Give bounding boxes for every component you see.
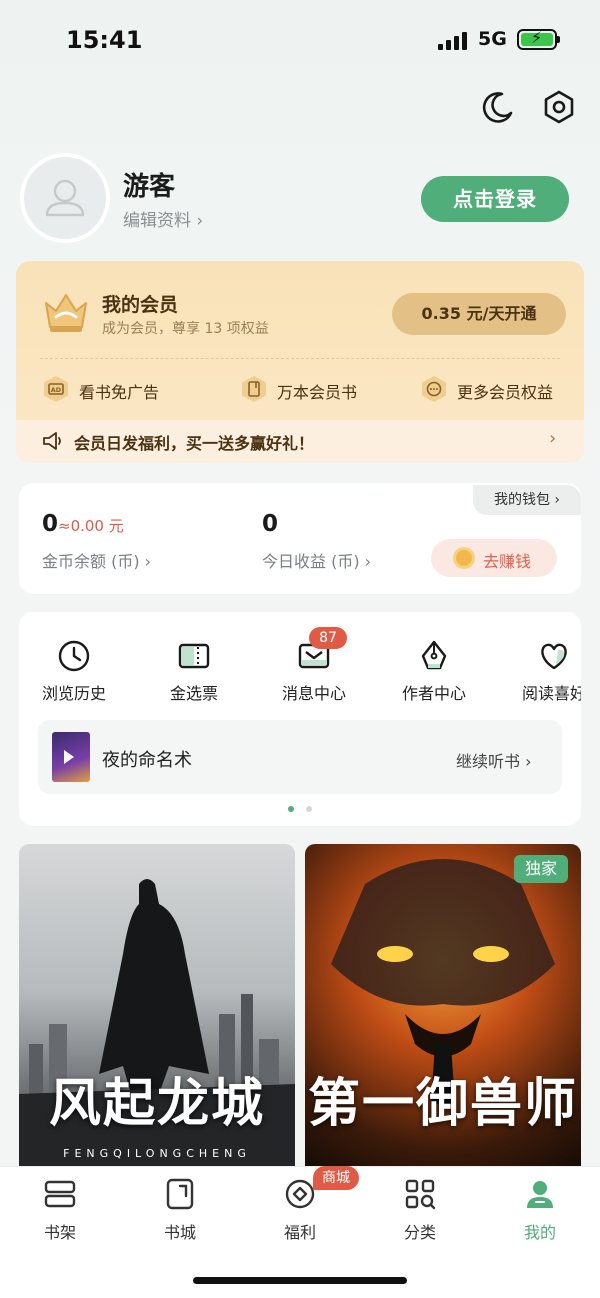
book-cover[interactable]: 第一御兽师 [305, 844, 581, 1174]
perk-label: 更多会员权益 [457, 383, 554, 402]
earn-money-label: 去赚钱 [483, 552, 532, 571]
tab-bookshelf[interactable]: 书架 [15, 1178, 105, 1248]
coin-balance: 0 [42, 511, 59, 537]
night-mode-icon[interactable] [478, 88, 516, 126]
tab-category[interactable]: 分类 [375, 1178, 465, 1248]
settings-icon[interactable] [540, 88, 578, 126]
category-icon [404, 1178, 436, 1210]
earn-money-button[interactable]: 去赚钱 [431, 539, 557, 577]
status-bar: 15:41 5G ⚡ [0, 24, 600, 58]
mall-badge: 商城 [313, 1166, 359, 1190]
tab-label: 书城 [163, 1223, 196, 1242]
megaphone-icon [42, 431, 64, 451]
tab-mine[interactable]: 我的 [495, 1178, 585, 1248]
my-wallet-link[interactable]: 我的钱包 › [473, 485, 581, 515]
carousel-dot [306, 806, 312, 812]
audiobook-title: 夜的命名术 [102, 750, 192, 771]
ad-free-icon: AD [43, 375, 69, 403]
exclusive-badge: 独家 [514, 855, 568, 883]
network-type: 5G [478, 28, 507, 50]
tool-history[interactable]: 浏览历史 [19, 638, 129, 708]
bookstore-icon [164, 1178, 196, 1210]
tool-author-center[interactable]: 作者中心 [379, 638, 489, 708]
bookshelf-icon [44, 1178, 76, 1210]
today-earnings-label[interactable]: 今日收益 (币) › [262, 548, 371, 572]
edit-profile-link[interactable]: 编辑资料 › [123, 206, 203, 231]
message-count-badge: 87 [309, 627, 347, 649]
tool-label: 金选票 [169, 684, 218, 703]
tool-label: 消息中心 [281, 684, 346, 703]
membership-subtitle: 成为会员，尊享 13 项权益 [102, 321, 269, 337]
login-button[interactable]: 点击登录 [421, 176, 569, 222]
clock-icon [56, 638, 92, 674]
heart-icon [536, 638, 572, 674]
ticket-icon [176, 638, 212, 674]
tool-label: 作者中心 [401, 684, 466, 703]
today-earnings: 0 [262, 511, 279, 537]
avatar[interactable] [20, 153, 110, 243]
welfare-icon [284, 1178, 316, 1210]
book-cover[interactable]: 风起龙城 FENGQILONGCHENG [19, 844, 295, 1174]
tool-reading-preferences[interactable]: 阅读喜好 [499, 638, 581, 708]
tool-label: 浏览历史 [41, 684, 106, 703]
tab-label: 书架 [43, 1223, 76, 1242]
membership-divider [40, 358, 560, 359]
coin-rmb-value: ≈0.00 元 [58, 517, 124, 535]
tab-label: 分类 [403, 1223, 436, 1242]
coin-balance-label[interactable]: 金币余额 (币) › [42, 548, 151, 572]
pen-icon [416, 638, 452, 674]
coin-icon [453, 547, 475, 569]
tab-label-active: 我的 [523, 1223, 556, 1242]
chevron-right-icon: › [549, 428, 557, 449]
crown-icon [40, 289, 92, 335]
more-icon [421, 375, 447, 403]
carousel-dot-active [288, 806, 294, 812]
book-icon [241, 375, 267, 403]
perk-label: 看书免广告 [79, 383, 160, 402]
book-title: 风起龙城 [48, 1073, 265, 1134]
continue-listening-button[interactable]: 继续听书 › [456, 748, 532, 772]
membership-promo-text: 会员日发福利，买一送多赢好礼！ [74, 434, 315, 453]
battery-icon: ⚡ [517, 28, 560, 50]
play-icon [64, 750, 74, 764]
tool-ticket[interactable]: 金选票 [139, 638, 249, 708]
membership-open-button[interactable]: 0.35 元/天开通 [392, 293, 566, 335]
svg-text:AD: AD [51, 386, 62, 394]
home-indicator [193, 1277, 407, 1284]
tab-bookstore[interactable]: 书城 [135, 1178, 225, 1248]
tool-label: 阅读喜好 [521, 684, 581, 703]
signal-icon [438, 32, 468, 50]
user-name: 游客 [123, 172, 176, 202]
status-time: 15:41 [66, 26, 143, 54]
book-pinyin: FENGQILONGCHENG [63, 1147, 251, 1160]
audiobook-cover[interactable] [52, 732, 90, 782]
profile-icon [524, 1178, 556, 1210]
tool-messages[interactable]: 消息中心 [259, 638, 369, 708]
membership-title: 我的会员 [102, 294, 179, 316]
book-title: 第一御兽师 [307, 1073, 578, 1134]
tab-label: 福利 [283, 1223, 316, 1242]
perk-label: 万本会员书 [277, 383, 358, 402]
